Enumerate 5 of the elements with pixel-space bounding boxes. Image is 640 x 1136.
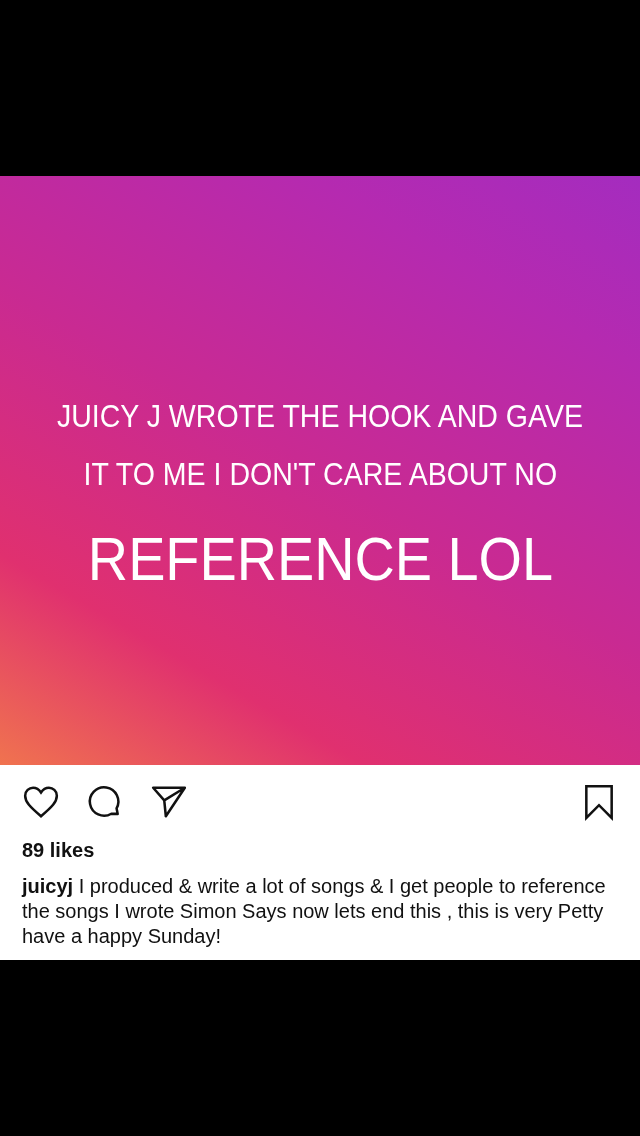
image-text: JUICY J WROTE THE HOOK AND GAVE [56,397,584,436]
likes-count: 89 likes [22,839,96,862]
image-text: IT TO ME I DON'T CARE ABOUT NO [83,455,557,494]
image-text: REFERENCE LOL [87,522,553,595]
caption: juicyj I produced & write a lot of songs & I get people to reference the songs I wrote Simon Says now lets end this , this is very Petty have a happy Sunday! [22,874,607,949]
